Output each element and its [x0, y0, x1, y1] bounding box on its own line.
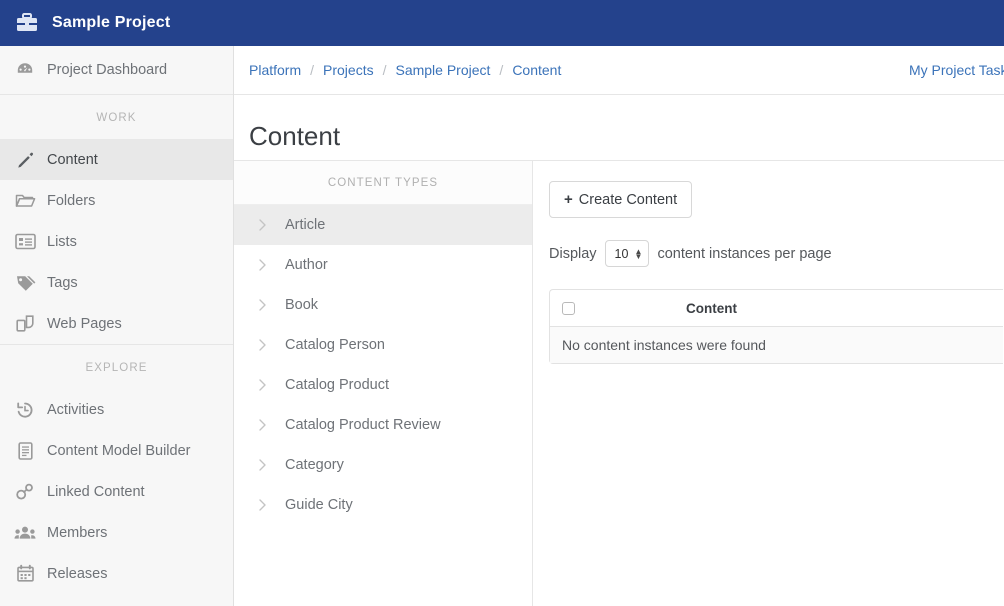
chevron-right-icon [259, 379, 279, 391]
content-type-category[interactable]: Category [234, 445, 532, 485]
content-type-book[interactable]: Book [234, 285, 532, 325]
content-type-label: Book [285, 297, 319, 313]
chevron-right-icon [259, 459, 279, 471]
sidebar-item-activities[interactable]: Activities [0, 389, 233, 430]
sidebar-item-lists[interactable]: Lists [0, 221, 233, 262]
panels: CONTENT TYPES Article Author Book Catalo… [234, 160, 1004, 606]
body-row: Project Dashboard WORK Content Folders L… [0, 46, 1004, 606]
content-type-label: Category [285, 457, 344, 473]
calendar-icon [10, 564, 40, 583]
sidebar-item-label: Releases [47, 565, 108, 582]
briefcase-icon [14, 10, 40, 36]
breadcrumb-separator: / [310, 62, 315, 78]
sidebar-item-linked-content[interactable]: Linked Content [0, 471, 233, 512]
chevron-right-icon [259, 419, 279, 431]
chevron-right-icon [259, 259, 279, 271]
content-type-label: Author [285, 257, 328, 273]
history-icon [10, 400, 40, 420]
dashboard-gauge-icon [10, 60, 40, 80]
content-instances-panel: + Create Content Display 10 ▲ ▼ content i… [533, 160, 1004, 606]
breadcrumb-item-sample-project[interactable]: Sample Project [395, 62, 490, 78]
sidebar-item-project-dashboard[interactable]: Project Dashboard [0, 46, 233, 95]
chevron-right-icon [259, 339, 279, 351]
content-type-catalog-product[interactable]: Catalog Product [234, 365, 532, 405]
create-content-button[interactable]: + Create Content [549, 181, 693, 218]
content-type-guide-city[interactable]: Guide City [234, 485, 532, 525]
content-type-label: Catalog Product [285, 377, 389, 393]
sidebar-item-label: Activities [47, 401, 105, 418]
sidebar-item-label: Tags [47, 274, 78, 291]
sidebar-item-label: Folders [47, 192, 96, 209]
sidebar-item-content-model-builder[interactable]: Content Model Builder [0, 430, 233, 471]
folder-icon [10, 192, 40, 210]
page-title: Content [249, 121, 341, 151]
stepper-arrows-icon: ▲ ▼ [634, 246, 643, 261]
page-size-select[interactable]: 10 ▲ ▼ [604, 240, 650, 267]
sidebar-section-work: WORK [96, 112, 137, 124]
sidebar-item-tags[interactable]: Tags [0, 262, 233, 303]
sidebar-item-label: Members [47, 524, 108, 541]
breadcrumb-separator: / [382, 62, 387, 78]
content-types-panel: CONTENT TYPES Article Author Book Catalo… [234, 160, 533, 606]
breadcrumb-item-content[interactable]: Content [512, 62, 561, 78]
app-root: Sample Project Project Dashboard WORK Co… [0, 0, 1004, 606]
content-type-article[interactable]: Article [234, 205, 532, 245]
sidebar: Project Dashboard WORK Content Folders L… [0, 46, 234, 606]
plus-icon: + [564, 191, 573, 208]
column-header-content: Content [686, 300, 737, 316]
link-icon [10, 482, 40, 501]
sidebar-item-releases[interactable]: Releases [0, 553, 233, 594]
breadcrumb-bar: Platform / Projects / Sample Project / C… [234, 46, 1004, 95]
content-type-author[interactable]: Author [234, 245, 532, 285]
display-label: Display [549, 245, 597, 262]
chevron-right-icon [259, 219, 279, 231]
chevron-right-icon [259, 299, 279, 311]
sidebar-item-content[interactable]: Content [0, 139, 233, 180]
per-page-label: content instances per page [657, 245, 832, 262]
top-bar: Sample Project [0, 0, 1004, 46]
tag-icon [10, 273, 40, 292]
sidebar-item-web-pages[interactable]: Web Pages [0, 303, 233, 344]
content-instances-table: Content No content instances were found [549, 289, 1003, 364]
document-icon [10, 441, 40, 461]
chevron-right-icon [259, 499, 279, 511]
brand-title: Sample Project [52, 14, 171, 31]
breadcrumb-separator: / [499, 62, 504, 78]
content-type-catalog-product-review[interactable]: Catalog Product Review [234, 405, 532, 445]
sidebar-item-label: Lists [47, 233, 77, 250]
sidebar-section-explore: EXPLORE [0, 344, 233, 389]
people-icon [10, 524, 40, 542]
table-empty-row: No content instances were found [550, 327, 1003, 363]
content-type-label: Guide City [285, 497, 353, 513]
sidebar-item-label: Linked Content [47, 483, 145, 500]
sidebar-item-label: Content [47, 151, 98, 168]
breadcrumb-item-projects[interactable]: Projects [323, 62, 374, 78]
main-content: Platform / Projects / Sample Project / C… [234, 46, 1004, 606]
content-type-label: Article [285, 217, 326, 233]
list-icon [10, 233, 40, 250]
content-type-catalog-person[interactable]: Catalog Person [234, 325, 532, 365]
pages-icon [10, 314, 40, 333]
sidebar-item-label: Project Dashboard [47, 62, 168, 78]
content-types-header: CONTENT TYPES [234, 161, 532, 205]
sidebar-item-members[interactable]: Members [0, 512, 233, 553]
breadcrumb: Platform / Projects / Sample Project / C… [249, 62, 561, 78]
create-content-label: Create Content [578, 191, 678, 208]
sidebar-item-label: Web Pages [47, 315, 122, 332]
empty-message: No content instances were found [562, 337, 766, 353]
select-all-checkbox[interactable] [562, 301, 575, 315]
content-type-label: Catalog Person [285, 337, 385, 353]
page-size-value: 10 [614, 246, 629, 261]
table-header-row: Content [550, 290, 1003, 327]
my-project-tasks-link[interactable]: My Project Tasks [909, 62, 1004, 78]
pencil-icon [10, 150, 40, 169]
breadcrumb-item-platform[interactable]: Platform [249, 62, 301, 78]
sidebar-item-label: Content Model Builder [47, 442, 191, 459]
sidebar-item-folders[interactable]: Folders [0, 180, 233, 221]
page-size-row: Display 10 ▲ ▼ content instances per page [549, 240, 1004, 267]
content-type-label: Catalog Product Review [285, 417, 441, 433]
